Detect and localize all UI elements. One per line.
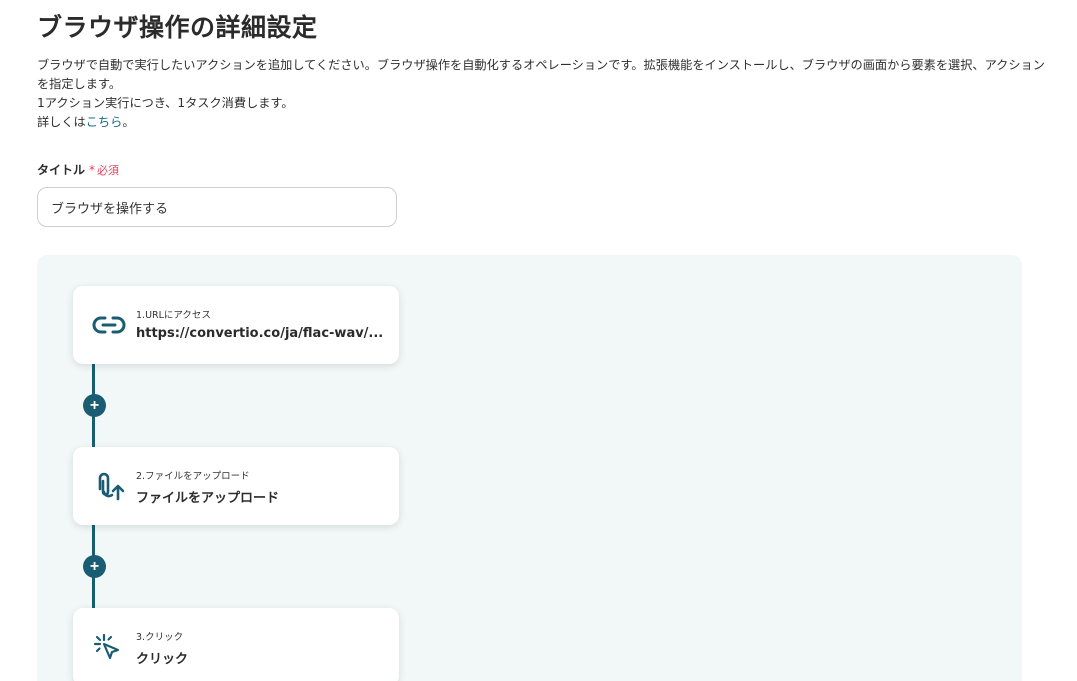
add-step-button[interactable]: + xyxy=(83,394,106,417)
paperclip-upload-icon xyxy=(91,470,127,502)
title-input[interactable] xyxy=(37,187,397,227)
browser-settings-page: ブラウザ操作の詳細設定 ブラウザで自動で実行したいアクションを追加してください。… xyxy=(0,0,1077,681)
step-subtitle: 1.URLにアクセス xyxy=(136,310,211,321)
description-line-4: 詳しくはこちら。 xyxy=(37,113,1027,132)
description-line-1: ブラウザで自動で実行したいアクションを追加してください。ブラウザ操作を自動化する… xyxy=(37,58,1045,72)
step-main-text: クリック xyxy=(136,652,189,667)
step-main-text: ファイルをアップロード xyxy=(136,491,280,506)
step-card-file-upload[interactable]: 2.ファイルをアップロード ファイルをアップロード xyxy=(73,447,399,525)
click-cursor-icon xyxy=(91,631,127,663)
description-line-3: 1アクション実行につき、1タスク消費します。 xyxy=(37,96,294,110)
step-subtitle: 2.ファイルをアップロード xyxy=(136,471,250,482)
required-badge: 必須 xyxy=(97,164,120,177)
add-step-button[interactable]: + xyxy=(83,555,106,578)
page-description: ブラウザで自動で実行したいアクションを追加してください。ブラウザ操作を自動化する… xyxy=(37,56,1045,132)
required-star: * xyxy=(89,163,96,177)
details-suffix: 。 xyxy=(122,115,135,129)
page-title: ブラウザ操作の詳細設定 xyxy=(37,13,318,42)
details-link[interactable]: こちら xyxy=(86,115,123,129)
step-card-url-access[interactable]: 1.URLにアクセス https://convertio.co/ja/flac-… xyxy=(73,286,399,364)
step-subtitle: 3.クリック xyxy=(136,632,184,643)
details-prefix: 詳しくは xyxy=(37,115,86,129)
description-line-2: を指定します。 xyxy=(37,77,122,91)
step-card-click[interactable]: 3.クリック クリック xyxy=(73,608,399,681)
title-label-text: タイトル xyxy=(37,163,86,177)
title-field-label: タイトル * 必須 xyxy=(37,161,119,178)
link-icon xyxy=(91,309,127,341)
step-main-text: https://convertio.co/ja/flac-wav/... xyxy=(136,326,384,341)
